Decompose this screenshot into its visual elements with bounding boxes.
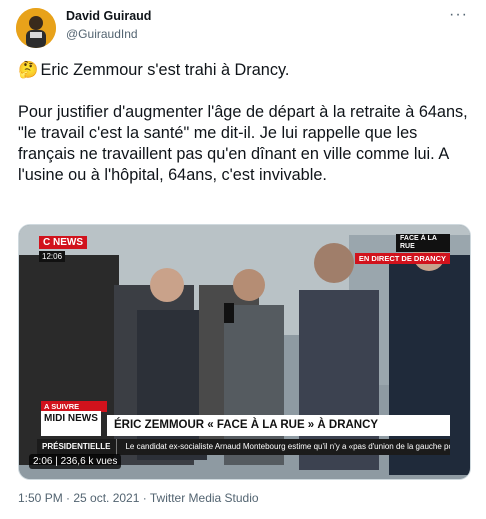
live-banner: FACE À LA RUE EN DIRECT DE DRANCY <box>354 234 450 264</box>
more-options-icon[interactable]: ··· <box>449 6 468 24</box>
tweet-card: David Guiraud @GuiraudInd ··· 🤔 Eric Zem… <box>0 0 486 519</box>
avatar[interactable] <box>16 8 56 48</box>
author-name[interactable]: David Guiraud <box>66 9 151 23</box>
tweet-paragraph-1: Eric Zemmour s'est trahi à Drancy. <box>40 61 290 79</box>
ticker-text: Le candidat ex-socialiste Arnaud Montebo… <box>125 442 450 451</box>
video-stats: 2:06 | 236,6 k vues <box>29 454 122 469</box>
tweet-text: 🤔 Eric Zemmour s'est trahi à Drancy. Pou… <box>18 60 478 186</box>
video-views: 236,6 k vues <box>60 456 118 467</box>
ticker-label: PRÉSIDENTIELLE <box>37 439 118 455</box>
tweet-metadata[interactable]: 1:50 PM · 25 oct. 2021 · Twitter Media S… <box>18 491 259 505</box>
live-subtitle: EN DIRECT DE DRANCY <box>354 253 450 264</box>
tweet-paragraph-2: Pour justifier d'augmenter l'âge de dépa… <box>18 103 473 184</box>
video-headline: ÉRIC ZEMMOUR « FACE À LA RUE » À DRANCY <box>107 415 450 436</box>
author-handle[interactable]: @GuiraudInd <box>66 27 138 41</box>
news-ticker: PRÉSIDENTIELLE Le candidat ex-socialiste … <box>37 439 450 455</box>
live-title: FACE À LA RUE <box>396 234 450 252</box>
thinking-face-icon: 🤔 <box>18 61 39 79</box>
broadcast-clock: 12:06 <box>39 251 66 262</box>
video-player[interactable]: C NEWS 12:06 FACE À LA RUE EN DIRECT DE … <box>18 224 471 480</box>
video-duration: 2:06 <box>33 456 53 467</box>
avatar-image <box>16 8 56 48</box>
next-show: MIDI NEWS <box>41 411 101 436</box>
channel-logo: C NEWS <box>39 236 87 249</box>
